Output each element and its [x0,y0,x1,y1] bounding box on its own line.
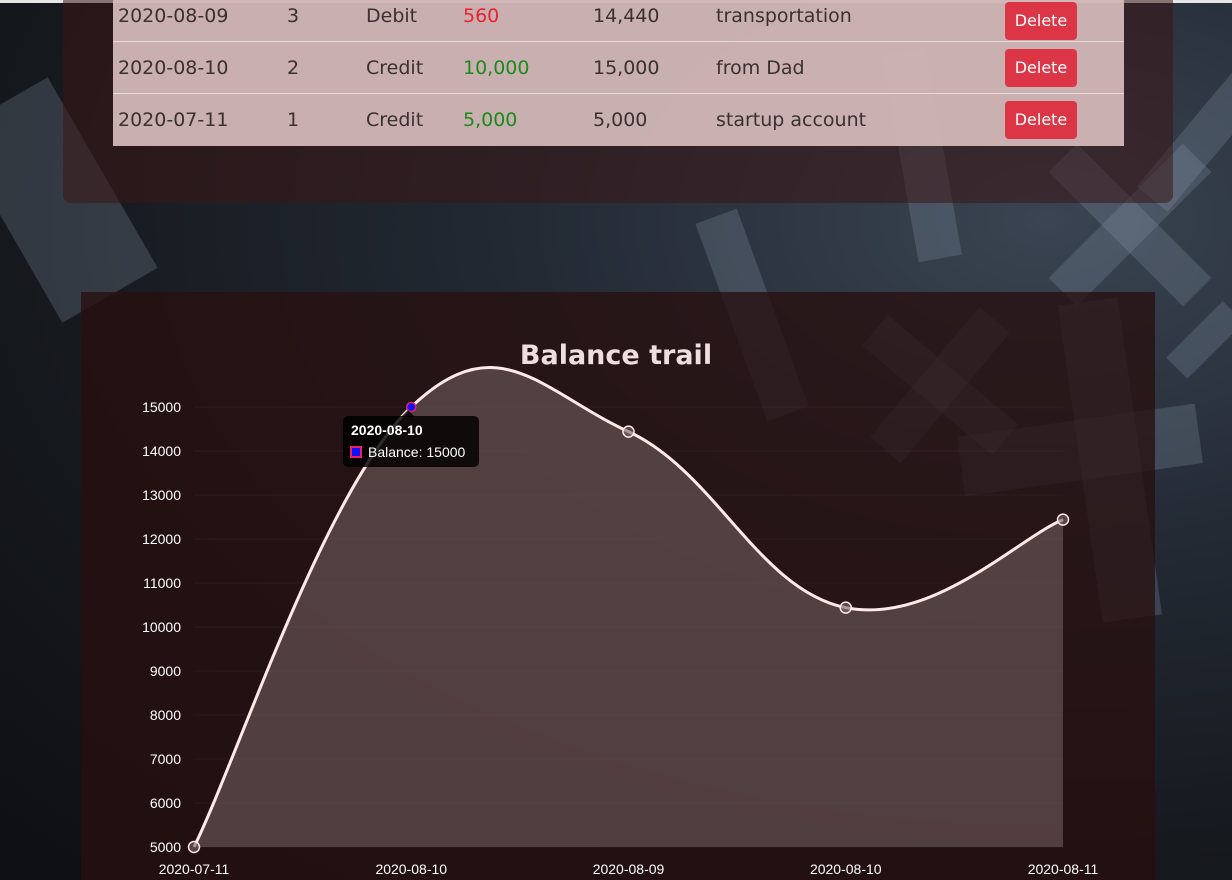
y-tick-label: 5000 [150,839,181,855]
data-point [622,425,635,438]
x-tick-label: 2020-08-09 [593,861,665,877]
y-tick-label: 12000 [142,531,181,547]
y-tick-label: 11000 [143,575,181,591]
tooltip-value: 15000 [426,444,466,460]
tooltip-body: Balance: 15000 [368,444,466,460]
x-tick-label: 2020-08-10 [810,861,882,877]
data-point [187,840,201,854]
y-tick-label: 6000 [150,795,181,811]
y-tick-label: 8000 [150,707,181,723]
data-point [839,601,852,614]
y-tick-label: 13000 [142,487,181,503]
balance-line-chart: 5000 6000 7000 8000 9000 10000 11000 12000 13000… [142,366,1099,877]
chart-tooltip: 2020-08-10 Balance: 15000 [343,416,479,467]
tooltip-color-swatch [350,446,362,458]
y-tick-label: 14000 [142,443,181,459]
x-tick-label: 2020-07-11 [159,861,230,877]
x-tick-label: 2020-08-10 [375,861,447,877]
tooltip-label: Balance [368,444,419,460]
y-tick-label: 15000 [142,399,181,415]
y-tick-label: 9000 [150,663,181,679]
y-tick-label: 7000 [150,751,181,767]
area-fill [194,367,1063,847]
x-tick-label: 2020-08-11 [1028,861,1099,877]
tooltip-title: 2020-08-10 [351,422,423,438]
data-point [1056,513,1070,526]
y-tick-label: 10000 [142,619,181,635]
